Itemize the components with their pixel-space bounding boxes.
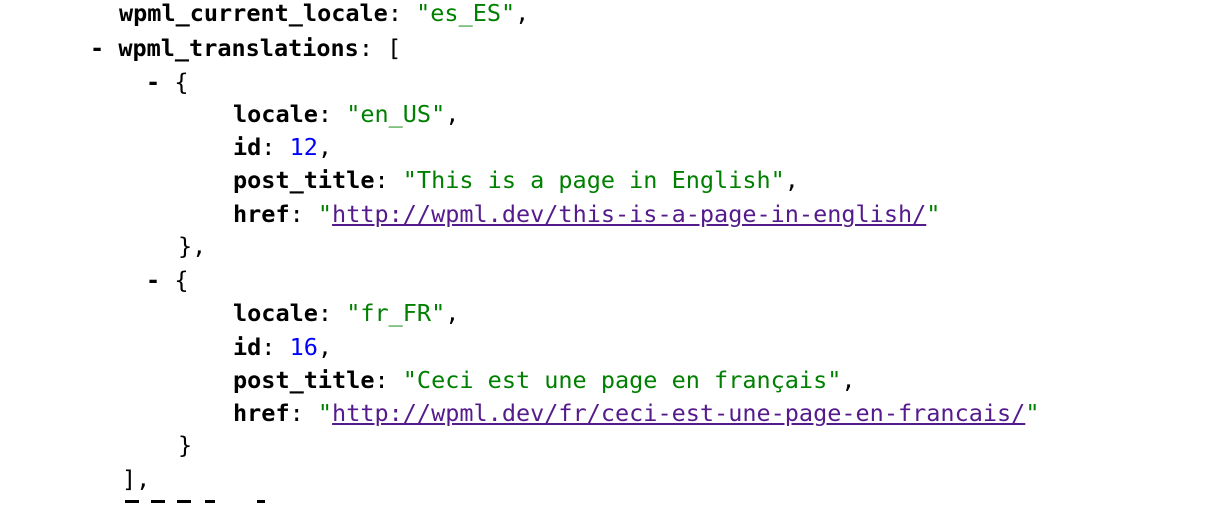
json-line-post-title: post_title: "Ceci est une page en frança… — [233, 366, 856, 394]
json-line-object-open: - { — [146, 264, 188, 297]
object-open-brace: { — [174, 266, 189, 294]
json-line-post-title: post_title: "This is a page in English", — [233, 166, 799, 194]
collapse-toggle[interactable]: - — [90, 34, 104, 62]
json-key: href — [233, 399, 290, 427]
json-key: post_title — [233, 166, 375, 194]
json-line-object-close: }, — [178, 230, 206, 263]
json-string-value: "es_ES" — [416, 0, 516, 27]
json-number-value: 12 — [289, 133, 318, 161]
object-open-brace: { — [174, 68, 189, 96]
json-string-value: fr_FR — [360, 299, 432, 327]
href-link[interactable]: http://wpml.dev/this-is-a-page-in-englis… — [332, 200, 926, 228]
json-line-object-close: } — [178, 429, 192, 462]
collapse-toggle[interactable]: - — [146, 266, 160, 294]
array-open-bracket: [ — [387, 34, 402, 62]
json-line-translations: - wpml_translations: [ — [90, 34, 402, 62]
json-line-current-locale: wpml_current_locale: "es_ES", — [119, 0, 530, 27]
json-line-object-open: - { — [146, 66, 188, 99]
json-string-value: "This is a page in English" — [402, 166, 785, 194]
json-key: locale — [233, 100, 318, 128]
json-key: id — [233, 133, 262, 161]
json-key: href — [233, 200, 290, 228]
json-line-href: href: "http://wpml.dev/this-is-a-page-in… — [233, 200, 941, 228]
json-key: id — [233, 333, 262, 361]
json-key: post_title — [233, 366, 375, 394]
json-line-id: id: 12, — [233, 133, 333, 161]
json-line-array-close: ], — [122, 463, 150, 496]
json-line-id: id: 16, — [233, 333, 333, 361]
href-link[interactable]: http://wpml.dev/fr/ceci-est-une-page-en-… — [332, 399, 1025, 427]
json-line-locale: locale: "fr_FR", — [233, 299, 460, 327]
json-key: locale — [233, 299, 318, 327]
object-close-brace: } — [178, 431, 193, 459]
collapse-toggle[interactable]: - — [146, 68, 160, 96]
clipped-next-line — [119, 500, 269, 506]
json-key: wpml_translations — [118, 34, 359, 62]
object-close-brace: }, — [178, 232, 207, 260]
array-close-bracket: ], — [122, 465, 151, 493]
json-line-href: href: "http://wpml.dev/fr/ceci-est-une-p… — [233, 399, 1040, 427]
json-line-locale: locale: "en_US", — [233, 100, 460, 128]
json-string-value: en_US — [360, 100, 432, 128]
json-key: wpml_current_locale — [119, 0, 388, 27]
json-string-value: "Ceci est une page en français" — [402, 366, 842, 394]
json-number-value: 16 — [289, 333, 318, 361]
